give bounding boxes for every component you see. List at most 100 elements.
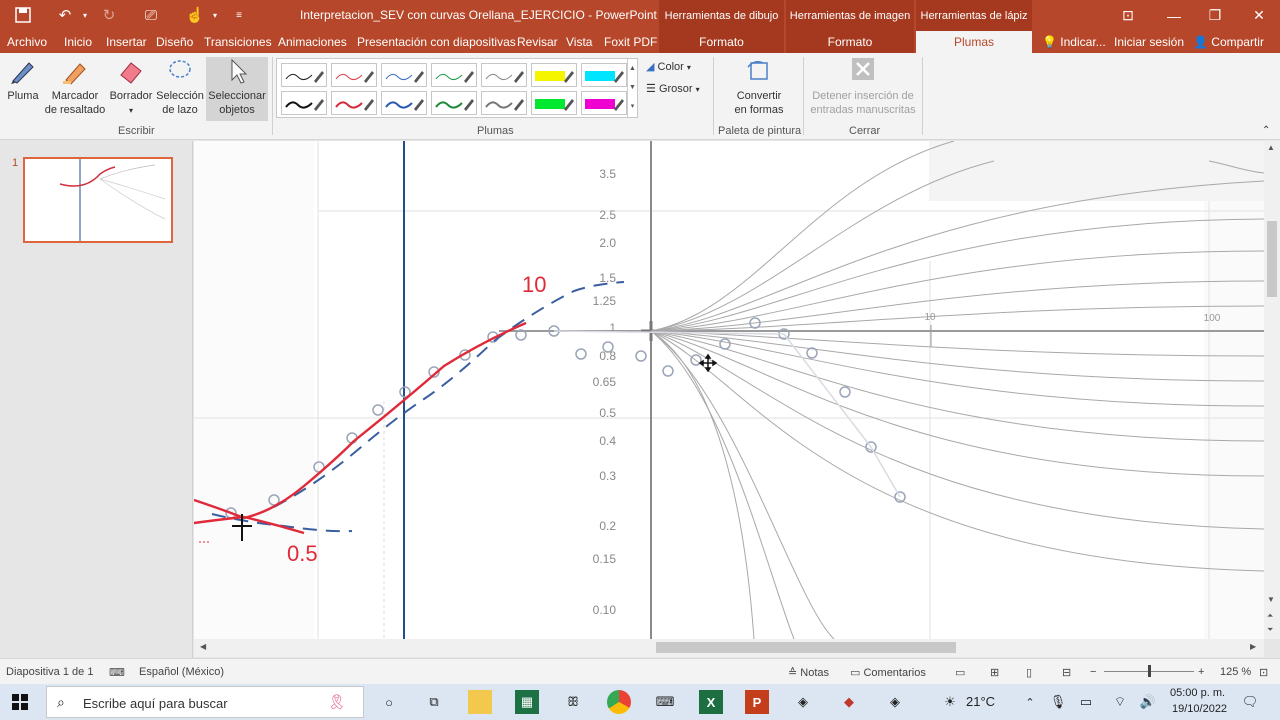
tab-insertar[interactable]: Insertar	[106, 35, 147, 49]
previous-slide-icon[interactable]: ⏶	[1267, 611, 1273, 621]
pen-swatch[interactable]	[531, 63, 577, 87]
fit-slide-icon[interactable]: ⊡	[1259, 666, 1268, 679]
zoom-out-icon[interactable]: −	[1090, 666, 1096, 678]
chrome-icon[interactable]	[607, 690, 631, 714]
tab-formato-imagen[interactable]: Formato	[786, 31, 914, 53]
undo-icon[interactable]: ↶	[54, 5, 76, 25]
collapse-ribbon-icon[interactable]: ⌃	[1262, 125, 1270, 136]
pen-button[interactable]: Pluma	[4, 57, 42, 103]
lasso-select-button[interactable]: Selección de lazo	[156, 57, 204, 117]
zoom-in-icon[interactable]: +	[1198, 666, 1204, 678]
notes-button[interactable]: ≙ Notas	[788, 666, 829, 679]
tab-archivo[interactable]: Archivo	[7, 35, 47, 49]
tab-presentacion[interactable]: Presentación con diapositivas	[357, 35, 516, 49]
pen-swatch[interactable]	[331, 63, 377, 87]
signin-link[interactable]: Iniciar sesión	[1114, 35, 1184, 49]
close-button[interactable]: ✕	[1236, 0, 1280, 31]
tab-foxit-pdf[interactable]: Foxit PDF	[604, 35, 657, 49]
convert-to-shapes-button[interactable]: Convertir en formas	[726, 57, 792, 117]
slide-canvas[interactable]: 3.5 2.5 2.0 1.5 1.25 1 0.8 0.65 0.5 0.4 0.3 0.2 0.15…	[194, 141, 1264, 639]
pen-swatch[interactable]	[481, 91, 527, 115]
vertical-scrollbar[interactable]: ▲ ▼ ⏶ ⏷	[1264, 141, 1280, 639]
slide-sorter-icon[interactable]: ⊞	[990, 666, 999, 679]
app-icon-1[interactable]: ◈	[791, 690, 815, 714]
weather-temp[interactable]: 21°C	[966, 694, 995, 709]
tab-vista[interactable]: Vista	[566, 35, 592, 49]
pen-swatch[interactable]	[381, 63, 427, 87]
volume-icon[interactable]: 🔊	[1136, 690, 1160, 714]
pen-color-button[interactable]: ◢ Color ▾	[646, 60, 691, 73]
scroll-left-icon[interactable]: ◀	[200, 642, 206, 651]
pen-swatch[interactable]	[281, 63, 327, 87]
highlighter-button[interactable]: Marcador de resaltado	[44, 57, 106, 117]
remote-app-icon[interactable]: ⌨	[653, 690, 677, 714]
app-icon-3[interactable]: ◈	[883, 690, 907, 714]
gallery-up-icon[interactable]: ▲	[628, 59, 637, 78]
powerpoint-icon[interactable]: P	[745, 690, 769, 714]
pen-swatch[interactable]	[531, 91, 577, 115]
pen-swatch[interactable]	[481, 63, 527, 87]
pen-swatch[interactable]	[431, 63, 477, 87]
eraser-button[interactable]: Borrador ▾	[108, 57, 154, 118]
weather-icon[interactable]: ☀	[938, 690, 962, 714]
gallery-down-icon[interactable]: ▼	[628, 78, 637, 97]
stop-ink-button[interactable]: Detener inserción de entradas manuscrita…	[808, 57, 918, 117]
scroll-down-icon[interactable]: ▼	[1267, 595, 1275, 604]
slide-thumbnail[interactable]	[23, 157, 173, 243]
redo-icon[interactable]: ↻	[98, 5, 120, 25]
scroll-up-icon[interactable]: ▲	[1267, 143, 1275, 152]
excel-icon[interactable]: X	[699, 690, 723, 714]
battery-icon[interactable]: ▭	[1074, 690, 1098, 714]
tab-inicio[interactable]: Inicio	[64, 35, 92, 49]
horizontal-scroll-thumb[interactable]	[656, 642, 956, 653]
touch-dropdown-icon[interactable]: ▾	[204, 5, 226, 25]
notifications-icon[interactable]: 🗨	[1238, 690, 1262, 714]
pen-swatch[interactable]	[431, 91, 477, 115]
file-explorer-icon[interactable]	[468, 690, 492, 714]
slide-editor[interactable]: 3.5 2.5 2.0 1.5 1.25 1 0.8 0.65 0.5 0.4 0.3 0.2 0.15…	[194, 141, 1264, 639]
undo-dropdown-icon[interactable]: ▾	[74, 5, 96, 25]
pen-swatch[interactable]	[331, 91, 377, 115]
next-slide-icon[interactable]: ⏷	[1267, 625, 1273, 635]
normal-view-icon[interactable]: ▭	[955, 666, 965, 679]
pen-swatch[interactable]	[581, 91, 627, 115]
tell-me-search[interactable]: 💡 Indicar...	[1042, 35, 1106, 49]
tab-animaciones[interactable]: Animaciones	[278, 35, 347, 49]
windows-start-icon[interactable]	[8, 690, 32, 714]
pen-swatch[interactable]	[281, 91, 327, 115]
language-status[interactable]: Español (México)	[139, 666, 224, 678]
spelling-icon[interactable]: ⌨	[109, 666, 125, 679]
customize-toolbar-icon[interactable]: ≡	[228, 5, 250, 25]
tab-revisar[interactable]: Revisar	[517, 35, 558, 49]
save-icon[interactable]	[12, 5, 34, 25]
microphone-icon[interactable]: 🎙	[1046, 690, 1070, 714]
share-button[interactable]: 👤 Compartir	[1193, 35, 1264, 49]
touch-mode-icon[interactable]: ☝	[184, 5, 206, 25]
start-presentation-icon[interactable]: ⎚	[140, 5, 162, 25]
select-objects-button[interactable]: Seleccionar objetos	[206, 57, 268, 121]
tab-diseno[interactable]: Diseño	[156, 35, 193, 49]
pen-thickness-button[interactable]: ☰ Grosor ▾	[646, 82, 700, 95]
task-view-icon[interactable]: ⧉	[422, 690, 446, 714]
slideshow-icon[interactable]: ⊟	[1062, 666, 1071, 679]
vertical-scroll-thumb[interactable]	[1267, 221, 1277, 297]
comments-button[interactable]: ▭ Comentarios	[850, 666, 926, 679]
clock-date[interactable]: 19/10/2022	[1172, 703, 1227, 715]
ribbon-display-icon[interactable]: ⊡	[1105, 0, 1151, 31]
tab-formato-dibujo[interactable]: Formato	[659, 31, 784, 53]
reading-view-icon[interactable]: ▯	[1026, 666, 1032, 679]
clock-time[interactable]: 05:00 p. m.	[1170, 687, 1225, 699]
taskbar-search[interactable]: ⌕ Escribe aquí para buscar 🎗	[46, 686, 364, 718]
horizontal-scrollbar[interactable]: ◀ ▶	[194, 639, 1264, 657]
tab-plumas[interactable]: Plumas	[916, 31, 1032, 53]
tab-transiciones[interactable]: Transiciones	[204, 35, 272, 49]
gallery-scroll[interactable]: ▲ ▼ ▾	[627, 59, 637, 117]
pen-swatch[interactable]	[581, 63, 627, 87]
scroll-right-icon[interactable]: ▶	[1250, 642, 1256, 651]
zoom-slider-thumb[interactable]	[1148, 665, 1151, 677]
tray-overflow-icon[interactable]: ⌃	[1018, 690, 1042, 714]
app-icon-2[interactable]: ◆	[837, 690, 861, 714]
minimize-button[interactable]: —	[1151, 0, 1197, 31]
app-green-icon[interactable]: ▦	[515, 690, 539, 714]
gallery-more-icon[interactable]: ▾	[628, 97, 637, 116]
